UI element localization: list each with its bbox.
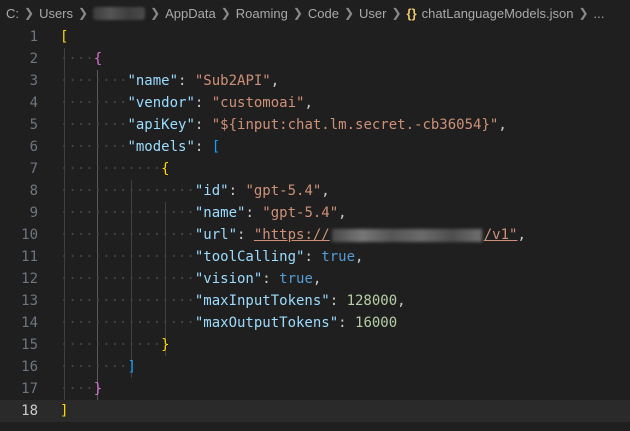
line-number: 15: [21, 337, 38, 353]
code-line: 16 ········]: [0, 356, 630, 378]
breadcrumb-redacted-username[interactable]: [93, 6, 146, 20]
code-editor[interactable]: 1[ 2 ····{ 3 ········"name": "Sub2API", 4 ·…: [0, 26, 630, 431]
code-line: 2 ····{: [0, 48, 630, 70]
code-line: 7 ············{: [0, 158, 630, 180]
chevron-right-icon: ❯: [343, 6, 355, 20]
code-line: 6 ········"models": [: [0, 136, 630, 158]
breadcrumb-roaming[interactable]: Roaming: [236, 6, 288, 21]
line-number: 14: [21, 315, 38, 331]
line-number: 6: [29, 139, 38, 155]
breadcrumb-code[interactable]: Code: [308, 6, 339, 21]
code-line: 12 ················"vision": true,: [0, 268, 630, 290]
breadcrumb-more[interactable]: ...: [594, 6, 605, 21]
chevron-right-icon: ❯: [292, 6, 303, 20]
breadcrumb-drive[interactable]: C:: [6, 6, 19, 21]
line-number: 13: [21, 293, 38, 309]
code-line: 10 ················"url": "https:///v1",: [0, 224, 630, 246]
breadcrumb-appdata[interactable]: AppData: [165, 6, 216, 21]
breadcrumb-user[interactable]: User: [359, 6, 386, 21]
breadcrumb-file[interactable]: chatLanguageModels.json: [422, 6, 574, 21]
code-line: 5 ········"apiKey": "${input:chat.lm.secr…: [0, 114, 630, 136]
json-file-icon: {}: [406, 5, 417, 21]
redacted-host: [331, 228, 482, 242]
line-number: 5: [29, 117, 38, 133]
code-line: 1[: [0, 26, 630, 48]
line-number: 12: [21, 271, 38, 287]
code-line: 11 ················"toolCalling": true,: [0, 246, 630, 268]
chevron-right-icon: ❯: [150, 6, 161, 20]
chevron-right-icon: ❯: [578, 6, 589, 20]
code-line: 4 ········"vendor": "customoai",: [0, 92, 630, 114]
chevron-right-icon: ❯: [391, 6, 402, 20]
chevron-right-icon: ❯: [78, 6, 89, 20]
code-line: 15 ············}: [0, 334, 630, 356]
chevron-right-icon: ❯: [220, 6, 231, 20]
code-line: 13 ················"maxInputTokens": 1280…: [0, 290, 630, 312]
code-line-current[interactable]: 18]: [0, 400, 630, 422]
line-number: 16: [21, 359, 38, 375]
code-line: 8 ················"id": "gpt-5.4",: [0, 180, 630, 202]
line-number: 3: [29, 73, 38, 89]
url-link[interactable]: "https:///v1": [254, 227, 518, 243]
line-number: 2: [29, 51, 38, 67]
line-number: 10: [21, 227, 38, 243]
line-number: 7: [29, 161, 38, 177]
line-number: 11: [21, 249, 38, 265]
line-number: 4: [29, 95, 38, 111]
line-number: 17: [21, 381, 38, 397]
line-number: 9: [29, 205, 38, 221]
breadcrumb: C: ❯ Users ❯ ❯ AppData ❯ Roaming ❯ Code …: [0, 0, 630, 26]
code-line: 9 ················"name": "gpt-5.4",: [0, 202, 630, 224]
chevron-right-icon: ❯: [24, 6, 35, 20]
code-line: 3 ········"name": "Sub2API",: [0, 70, 630, 92]
code-line: 14 ················"maxOutputTokens": 160…: [0, 312, 630, 334]
breadcrumb-users[interactable]: Users: [39, 6, 73, 21]
code-line: 17 ····}: [0, 378, 630, 400]
line-number: 1: [29, 29, 38, 45]
line-number: 18: [21, 403, 38, 419]
line-number: 8: [29, 183, 38, 199]
